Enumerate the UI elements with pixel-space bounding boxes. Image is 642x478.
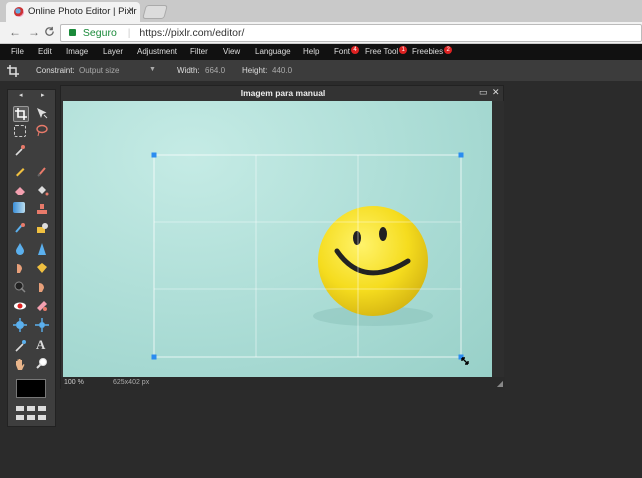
crop-handle-bottom-left[interactable] xyxy=(151,354,157,360)
crop-tool-icon xyxy=(7,64,19,82)
new-tab-button[interactable] xyxy=(142,5,168,19)
text-tool-icon[interactable]: A xyxy=(36,337,52,353)
red-eye-tool-icon[interactable] xyxy=(13,299,29,315)
constraint-select[interactable]: Output size xyxy=(79,66,119,75)
crop-handle-top-left[interactable] xyxy=(151,152,157,158)
zoom-tool-icon[interactable] xyxy=(35,357,51,373)
lasso-tool-icon[interactable] xyxy=(35,124,51,140)
address-bar-row: ← → Seguro | https://pixlr.com/editor/ xyxy=(0,22,642,44)
pixlr-favicon-icon xyxy=(14,7,24,17)
menu-freebies[interactable]: Freebies 2 xyxy=(412,46,453,57)
sharpen-tool-icon[interactable] xyxy=(35,242,51,258)
eraser-tool-icon[interactable] xyxy=(13,183,29,199)
secure-label: Seguro xyxy=(82,27,117,39)
toolbox-right-arrow-icon[interactable]: ▸ xyxy=(41,91,45,99)
marquee-tool-icon[interactable] xyxy=(14,125,26,137)
back-icon[interactable]: ← xyxy=(9,25,21,39)
toolbox-left-arrow-icon[interactable]: ◂ xyxy=(19,91,23,99)
grid-square-icon[interactable] xyxy=(16,406,24,411)
foreground-color-swatch[interactable] xyxy=(16,379,46,398)
hand-tool-icon[interactable] xyxy=(13,357,29,373)
dodge-tool-icon[interactable] xyxy=(35,280,51,296)
sponge-tool-icon[interactable] xyxy=(35,261,51,277)
color-picker-tool-icon[interactable] xyxy=(13,339,29,355)
menu-filter[interactable]: Filter xyxy=(190,47,208,56)
document-status-bar: 100 % 625x402 px ◢ xyxy=(61,377,505,390)
tool-options-bar: Constraint: Output size ▼ Width: 664.0 H… xyxy=(0,60,642,81)
paint-bucket-tool-icon[interactable] xyxy=(35,183,51,199)
menu-image[interactable]: Image xyxy=(66,47,88,56)
menu-help[interactable]: Help xyxy=(303,47,319,56)
vertical-scrollbar[interactable] xyxy=(492,101,504,377)
app-menu-bar: File Edit Image Layer Adjustment Filter … xyxy=(0,44,642,60)
brush-tool-icon[interactable] xyxy=(35,164,51,180)
font-badge: 4 xyxy=(351,46,360,54)
image-canvas[interactable] xyxy=(63,101,492,377)
resize-grip-icon[interactable]: ◢ xyxy=(497,379,503,388)
grid-square-icon[interactable] xyxy=(27,406,35,411)
menu-edit[interactable]: Edit xyxy=(38,47,52,56)
tab-close-icon[interactable]: × xyxy=(128,5,134,16)
grid-square-icon[interactable] xyxy=(38,406,46,411)
reload-icon[interactable] xyxy=(44,25,55,39)
magic-wand-tool-icon[interactable] xyxy=(13,143,29,159)
height-input[interactable]: 440.0 xyxy=(272,66,292,75)
gradient-tool-icon[interactable] xyxy=(13,202,25,213)
free-tool-badge: 1 xyxy=(399,46,408,54)
menu-layer[interactable]: Layer xyxy=(103,47,123,56)
forward-icon[interactable]: → xyxy=(28,25,40,39)
freebies-badge: 2 xyxy=(444,46,453,54)
blur-tool-icon[interactable] xyxy=(13,242,29,258)
restore-icon[interactable]: ▭ xyxy=(479,87,488,98)
url-input[interactable]: Seguro | https://pixlr.com/editor/ xyxy=(60,24,642,42)
zoom-level[interactable]: 100 % xyxy=(64,379,84,386)
crop-tool-button[interactable] xyxy=(13,106,29,122)
height-label: Height: xyxy=(242,66,268,75)
smudge-tool-icon[interactable] xyxy=(13,261,29,277)
crop-handle-top-right[interactable] xyxy=(458,152,464,158)
move-tool-icon[interactable] xyxy=(35,106,51,122)
document-window: Imagem para manual ▭ ✕ 100 % 625x402 px … xyxy=(60,85,505,390)
tab-title: Online Photo Editor | Pixlr xyxy=(28,6,137,17)
smiley-ball xyxy=(318,206,428,316)
width-input[interactable]: 664.0 xyxy=(205,66,225,75)
grid-square-icon[interactable] xyxy=(27,415,35,420)
resize-cursor-icon xyxy=(461,357,469,365)
clone-stamp-tool-icon[interactable] xyxy=(35,202,51,218)
pencil-tool-icon[interactable] xyxy=(13,164,29,180)
image-size: 625x402 px xyxy=(113,379,150,386)
grid-square-icon[interactable] xyxy=(38,415,46,420)
browser-tab-bar: Online Photo Editor | Pixlr × xyxy=(0,0,642,22)
lock-icon xyxy=(69,29,76,36)
menu-file[interactable]: File xyxy=(11,47,24,56)
grid-square-icon[interactable] xyxy=(16,415,24,420)
constraint-label: Constraint: xyxy=(36,66,75,75)
menu-adjustment[interactable]: Adjustment xyxy=(137,47,177,56)
menu-free-tool[interactable]: Free Tool 1 xyxy=(365,46,408,57)
menu-view[interactable]: View xyxy=(223,47,240,56)
pinch-tool-icon[interactable] xyxy=(35,318,51,334)
toolbox-panel: ◂ ▸ A xyxy=(7,89,56,427)
document-title: Imagem para manual xyxy=(240,88,326,98)
color-replace-tool-icon[interactable] xyxy=(13,221,29,237)
menu-language[interactable]: Language xyxy=(255,47,291,56)
smiley-right-eye xyxy=(379,227,387,241)
spot-heal-tool-icon[interactable] xyxy=(35,299,51,315)
smiley-left-eye xyxy=(353,231,361,245)
url-text: https://pixlr.com/editor/ xyxy=(139,27,245,39)
burn-tool-icon[interactable] xyxy=(13,280,29,296)
close-icon[interactable]: ✕ xyxy=(492,87,500,98)
width-label: Width: xyxy=(177,66,200,75)
bloat-tool-icon[interactable] xyxy=(13,318,29,334)
browser-tab[interactable]: Online Photo Editor | Pixlr × xyxy=(6,2,140,22)
drawing-tool-icon[interactable] xyxy=(35,221,51,237)
chevron-down-icon[interactable]: ▼ xyxy=(149,66,156,73)
menu-font[interactable]: Font 4 xyxy=(334,46,360,57)
